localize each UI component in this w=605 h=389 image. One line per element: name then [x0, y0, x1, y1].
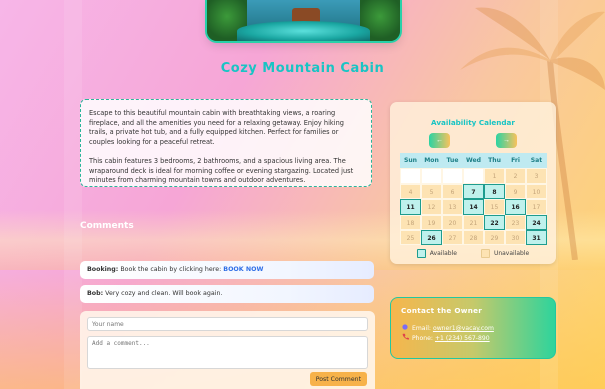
legend-available-label: Available [429, 250, 457, 257]
phone-icon [401, 333, 409, 343]
calendar-day-unavailable: 15 [484, 199, 505, 215]
prev-month-button[interactable]: ← [429, 133, 450, 148]
calendar-day-available[interactable]: 22 [484, 214, 505, 230]
calendar-day-unavailable: 3 [526, 168, 547, 184]
legend-unavailable-label: Unavailable [493, 250, 530, 257]
calendar-day-available[interactable]: 16 [505, 199, 526, 215]
calendar-day-unavailable: 2 [505, 168, 526, 184]
calendar-day-unavailable: 25 [400, 229, 421, 246]
cabin-hero-image [207, 0, 400, 41]
calendar-day-unavailable: 21 [463, 214, 484, 230]
calendar-day-unavailable: 29 [484, 229, 505, 246]
email-label: Email: [412, 325, 431, 332]
calendar-day-unavailable: 6 [442, 183, 463, 200]
calendar-day-unavailable: 12 [421, 199, 442, 215]
calendar-day-unavailable: 28 [463, 229, 484, 246]
calendar-day-unavailable: 18 [400, 214, 421, 230]
comments-heading: Comments [80, 221, 134, 231]
weekday-header: Tue [442, 153, 463, 169]
calendar-empty-cell [400, 168, 421, 184]
comment-text: Very cozy and clean. Will book again. [105, 290, 223, 297]
comment-author: Bob: [87, 290, 104, 297]
calendar-grid: Sun Mon Tue Wed Thu Fri Sat 1 2 3 4 5 6 7 8 9 10 11 12 13 14… [400, 153, 547, 246]
calendar-day-unavailable: 23 [505, 214, 526, 230]
availability-calendar: Availability Calendar ← → Sun Mon Tue Wed Th… [390, 102, 556, 264]
calendar-day-unavailable: 17 [526, 199, 547, 215]
calendar-day-available[interactable]: 24 [526, 214, 547, 230]
calendar-day-unavailable: 19 [421, 214, 442, 230]
contact-heading: Contact the Owner [401, 306, 483, 315]
page-title: Cozy Mountain Cabin [220, 61, 385, 76]
contact-phone-row: Phone: +1 (234) 567-890 [401, 333, 545, 343]
calendar-day-unavailable: 13 [442, 199, 463, 215]
comment-textarea[interactable] [87, 336, 368, 369]
calendar-day-unavailable: 9 [505, 183, 526, 200]
pool-water [237, 21, 370, 41]
email-icon [401, 324, 409, 333]
weekday-header: Fri [505, 153, 526, 169]
next-month-button[interactable]: → [496, 133, 517, 148]
contact-owner-card: Contact the Owner Email: owner1@vacay.co… [390, 297, 556, 359]
name-input[interactable] [87, 317, 368, 331]
legend-available: Available [416, 249, 457, 258]
calendar-day-available[interactable]: 31 [526, 229, 547, 246]
phone-label: Phone: [412, 334, 433, 342]
description-paragraph-2: This cabin features 3 bedrooms, 2 bathro… [89, 156, 354, 185]
calendar-day-available[interactable]: 7 [463, 183, 484, 200]
cabin-description: Escape to this beautiful mountain cabin … [80, 99, 372, 187]
calendar-empty-cell [463, 168, 484, 184]
calendar-day-available[interactable]: 14 [463, 199, 484, 215]
comment-form: Post Comment [80, 311, 375, 389]
weekday-header: Sun [400, 153, 421, 169]
calendar-day-unavailable: 10 [526, 183, 547, 200]
post-comment-button[interactable]: Post Comment [309, 372, 367, 386]
calendar-legend: Available Unavailable [390, 249, 556, 258]
description-paragraph-1: Escape to this beautiful mountain cabin … [89, 109, 344, 147]
calendar-day-available[interactable]: 11 [400, 199, 421, 215]
calendar-day-unavailable: 5 [421, 183, 442, 200]
calendar-day-unavailable: 27 [442, 229, 463, 246]
calendar-day-available[interactable]: 26 [421, 229, 442, 246]
unavailable-swatch [480, 249, 490, 258]
calendar-day-unavailable: 1 [484, 168, 505, 184]
calendar-empty-cell [442, 168, 463, 184]
calendar-day-unavailable: 20 [442, 214, 463, 230]
comment-text: Book the cabin by clicking here: [120, 266, 222, 273]
weekday-header: Thu [484, 153, 505, 169]
weekday-header: Mon [421, 153, 442, 169]
weekday-header: Wed [463, 153, 484, 169]
calendar-day-available[interactable]: 8 [484, 183, 505, 200]
comment-author: Booking: [87, 266, 119, 273]
calendar-empty-cell [421, 168, 442, 184]
email-link[interactable]: owner1@vacay.com [433, 324, 494, 333]
phone-link[interactable]: +1 (234) 567-890 [435, 334, 490, 343]
available-swatch [416, 249, 426, 258]
calendar-title: Availability Calendar [431, 118, 515, 127]
weekday-header: Sat [526, 153, 547, 169]
book-now-link[interactable]: BOOK NOW [223, 266, 263, 273]
calendar-day-unavailable: 30 [505, 229, 526, 246]
comment-item: Bob: Very cozy and clean. Will book agai… [80, 285, 374, 303]
contact-email-row: Email: owner1@vacay.com [401, 324, 545, 333]
comment-item: Booking: Book the cabin by clicking here… [80, 261, 374, 279]
calendar-day-unavailable: 4 [400, 183, 421, 200]
legend-unavailable: Unavailable [480, 249, 530, 258]
